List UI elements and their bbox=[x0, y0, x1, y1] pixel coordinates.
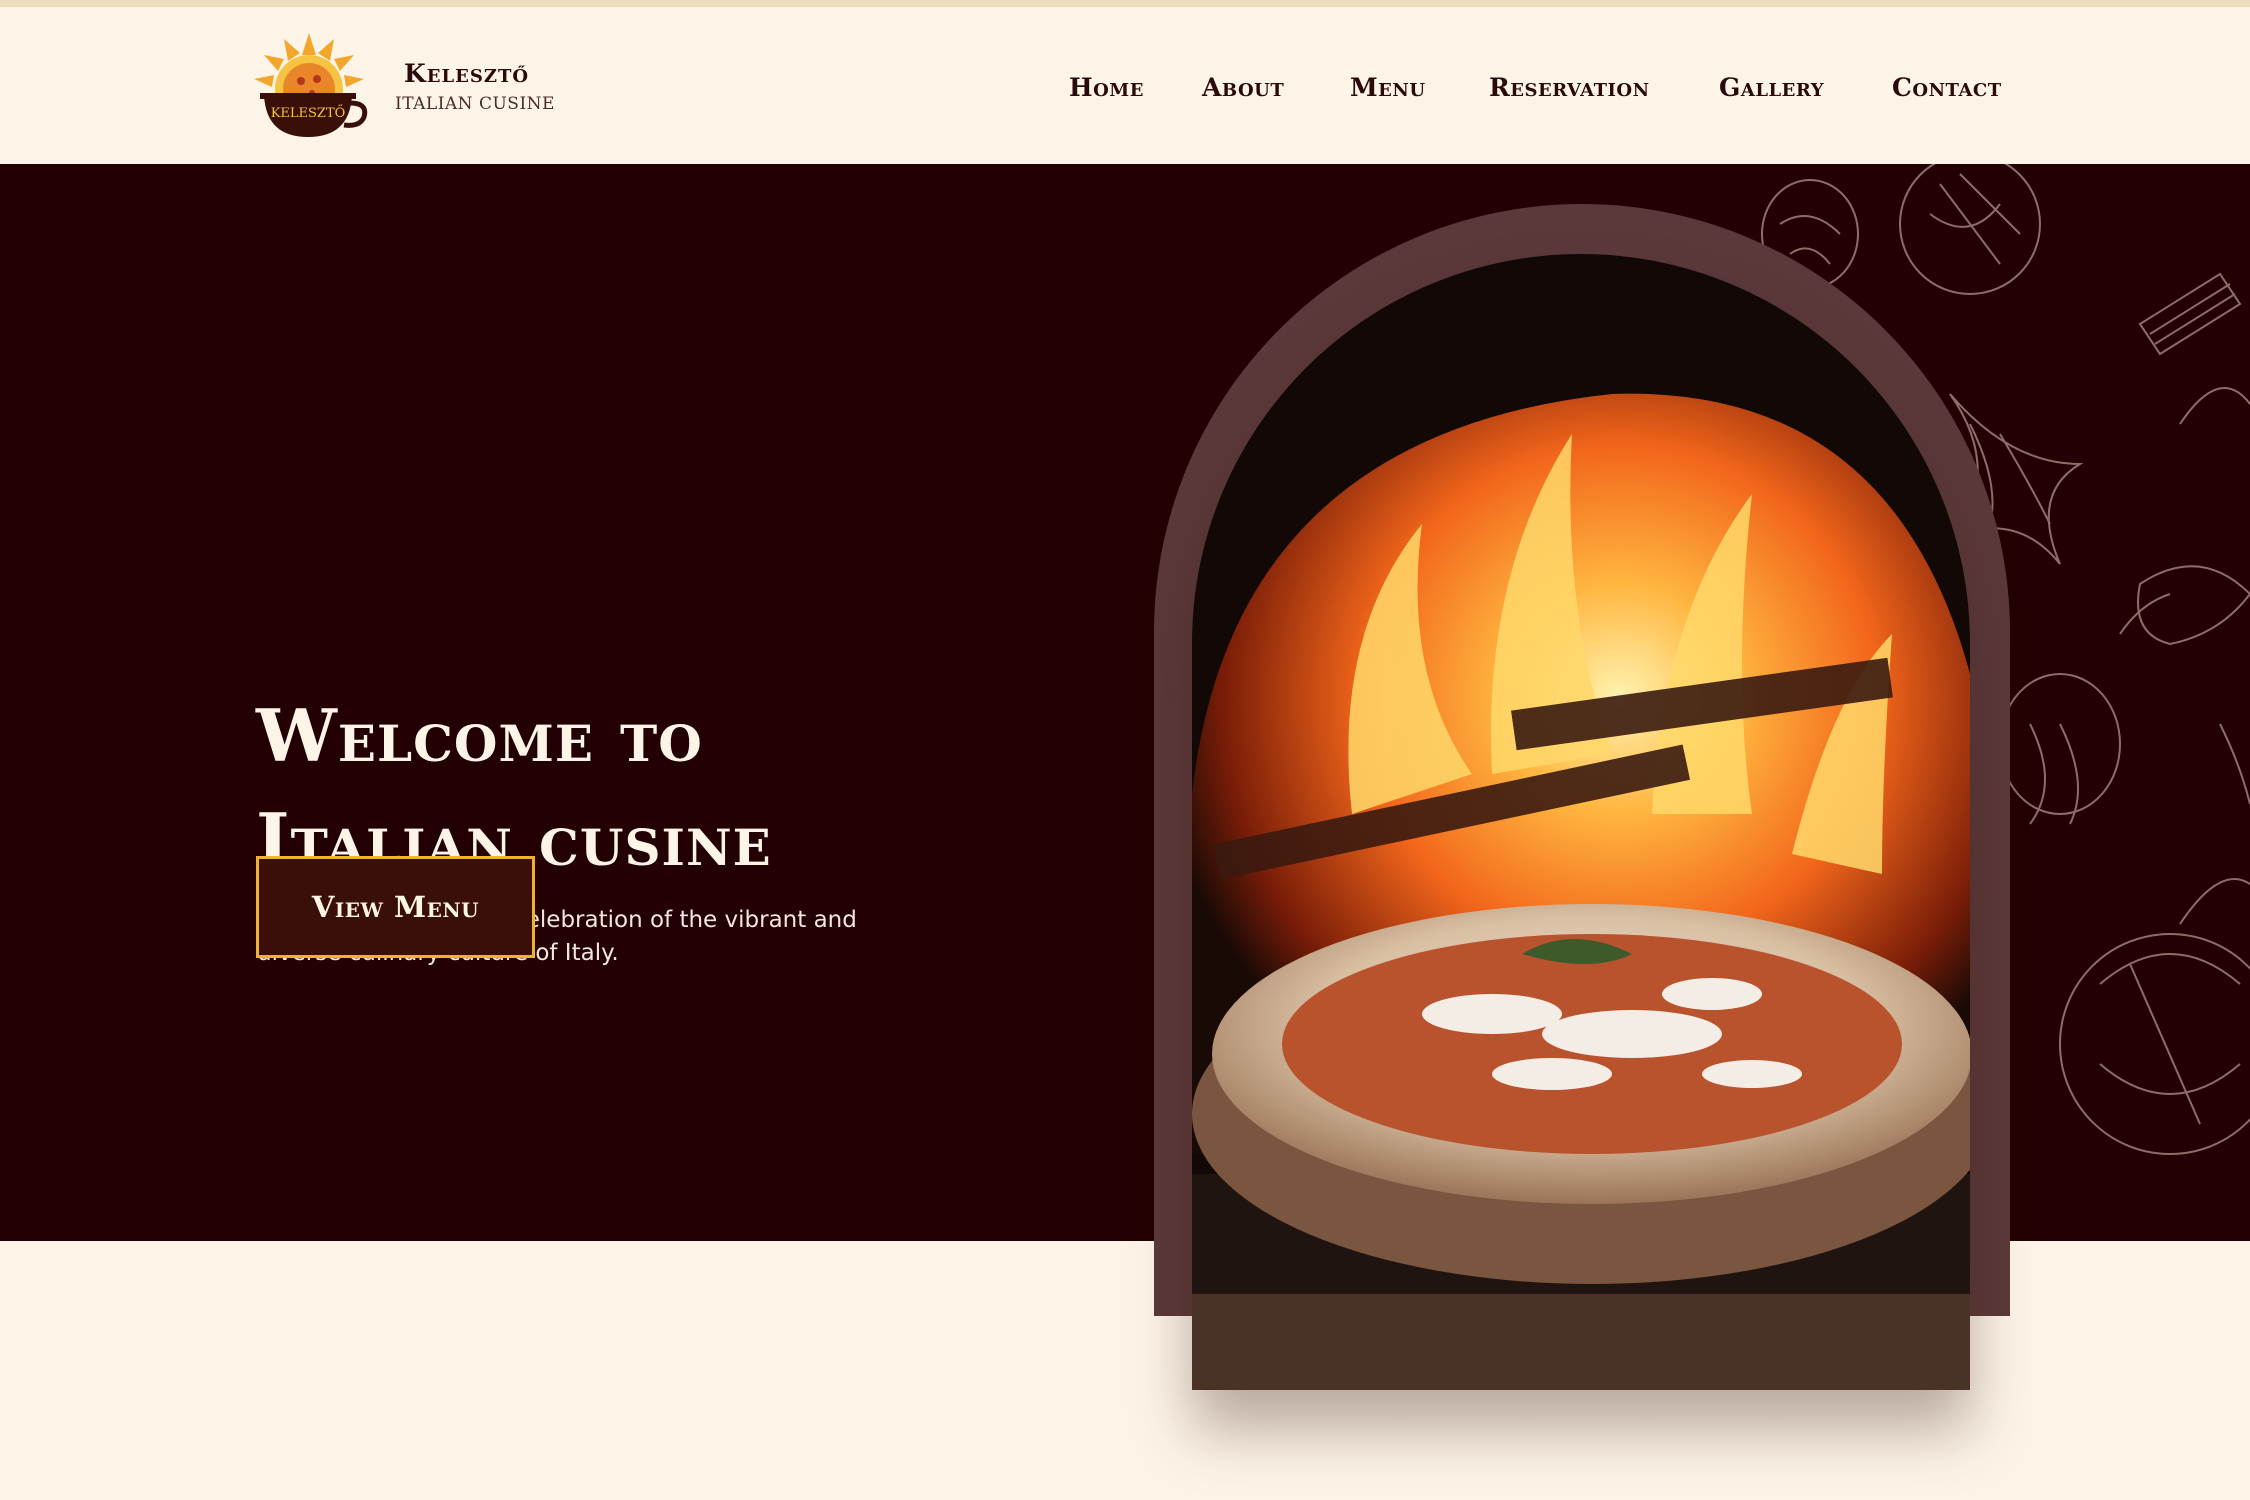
nav-reservation[interactable]: Reservation bbox=[1489, 73, 1650, 102]
brand-tagline: ITALIAN CUSINE bbox=[395, 94, 555, 114]
pizza-oven-illustration bbox=[1192, 254, 1970, 1390]
logo-text: KELESZTŐ bbox=[271, 105, 346, 121]
sun-pizza-icon: KELESZTŐ bbox=[254, 33, 368, 137]
view-menu-button[interactable]: View Menu bbox=[256, 856, 535, 958]
hero-pizza-image bbox=[1192, 254, 1970, 1390]
hero-title-line1: Welcome to bbox=[256, 693, 703, 778]
nav-contact[interactable]: Contact bbox=[1892, 73, 2002, 102]
top-accent-line bbox=[0, 0, 2250, 7]
nav-about[interactable]: About bbox=[1202, 73, 1284, 102]
site-header: KELESZTŐ Kelesztő ITALIAN CUSINE Home Ab… bbox=[0, 7, 2250, 164]
brand-name[interactable]: Kelesztő bbox=[404, 59, 529, 88]
nav-gallery[interactable]: Gallery bbox=[1719, 73, 1824, 102]
nav-home[interactable]: Home bbox=[1069, 73, 1144, 102]
brand-logo[interactable]: KELESZTŐ bbox=[246, 33, 372, 143]
nav-menu[interactable]: Menu bbox=[1350, 73, 1426, 102]
